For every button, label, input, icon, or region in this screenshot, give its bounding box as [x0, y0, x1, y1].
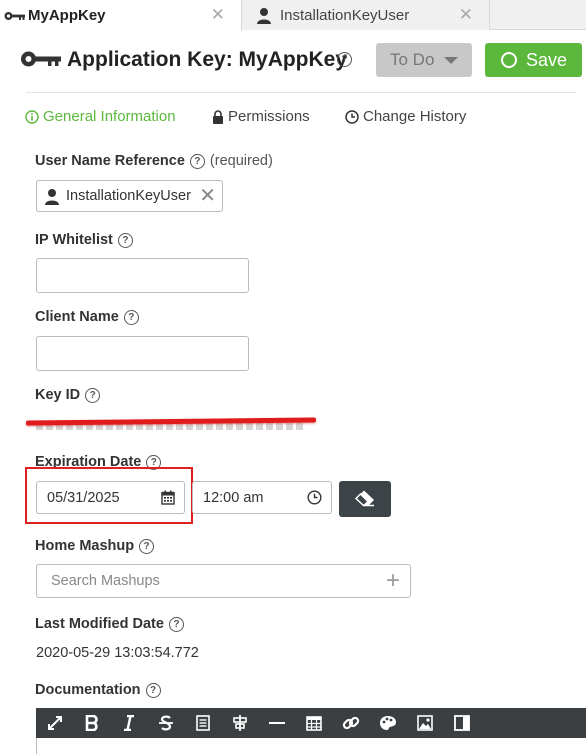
user-name-reference-label: User Name Reference ? (required) [35, 153, 273, 169]
tab-label: MyAppKey [28, 7, 106, 24]
page-title: Application Key: MyAppKey [67, 48, 348, 71]
client-name-label: Client Name ? [35, 309, 139, 325]
save-label: Save [526, 49, 568, 70]
divider [26, 92, 576, 93]
strikethrough-icon[interactable] [147, 708, 184, 738]
label-text: Key ID [35, 387, 81, 403]
preview-icon[interactable] [443, 708, 480, 738]
help-icon[interactable]: ? [145, 682, 161, 698]
last-modified-value: 2020-05-29 13:03:54.772 [36, 645, 199, 661]
bold-icon[interactable] [73, 708, 110, 738]
mashup-search-input[interactable]: Search Mashups + [36, 564, 411, 598]
help-icon[interactable]: ? [168, 616, 184, 632]
help-icon[interactable]: ? [117, 232, 133, 248]
documentation-label: Documentation ? [35, 682, 161, 698]
home-mashup-label: Home Mashup ? [35, 538, 155, 554]
help-icon[interactable]: ? [85, 387, 101, 403]
list-icon[interactable] [184, 708, 221, 738]
close-icon[interactable]: ✕ [211, 6, 225, 23]
save-button[interactable]: Save [485, 43, 582, 77]
tab-general-information[interactable]: General Information [25, 108, 176, 125]
clock-icon [345, 109, 359, 124]
close-icon[interactable]: ✕ [459, 6, 473, 23]
help-icon[interactable]: ? [139, 538, 155, 554]
time-value: 12:00 am [203, 489, 264, 506]
tab-permissions[interactable]: Permissions [212, 108, 310, 125]
key-id-label: Key ID ? [35, 387, 101, 403]
tab-label: InstallationKeyUser [280, 6, 410, 24]
plus-icon[interactable]: + [386, 569, 400, 593]
editor-toolbar [36, 708, 586, 738]
label-text: Client Name [35, 309, 119, 325]
tab-installationkeyuser[interactable]: InstallationKeyUser ✕ [242, 0, 490, 30]
caret-down-icon [444, 57, 458, 64]
help-icon[interactable]: ? [189, 153, 205, 169]
last-modified-label: Last Modified Date ? [35, 616, 184, 632]
key-icon [4, 8, 26, 24]
ip-whitelist-label: IP Whitelist ? [35, 232, 133, 248]
documentation-editor[interactable] [36, 738, 586, 754]
required-text: (required) [209, 153, 273, 169]
info-icon [25, 109, 39, 124]
label-text: Documentation [35, 682, 141, 698]
state-label: To Do [390, 50, 435, 69]
label-text: User Name Reference [35, 153, 185, 169]
circle-icon [501, 52, 517, 68]
palette-icon[interactable] [369, 708, 406, 738]
image-icon[interactable] [406, 708, 443, 738]
eraser-icon [354, 489, 376, 510]
search-placeholder: Search Mashups [51, 573, 160, 589]
align-icon[interactable] [221, 708, 258, 738]
label-text: IP Whitelist [35, 232, 113, 248]
expiration-time-input[interactable]: 12:00 am [192, 481, 332, 514]
tab-bar: MyAppKey ✕ InstallationKeyUser ✕ [0, 0, 586, 31]
user-icon [256, 7, 278, 24]
user-reference-chip[interactable]: InstallationKeyUser ✕ [36, 180, 223, 212]
label-text: Home Mashup [35, 538, 135, 554]
lock-icon [212, 109, 224, 124]
state-dropdown[interactable]: To Do [376, 43, 472, 77]
tab-myappkey[interactable]: MyAppKey ✕ [0, 0, 242, 31]
annotation-highlight-box [25, 467, 193, 524]
user-icon [44, 188, 60, 205]
chip-value: InstallationKeyUser [66, 188, 191, 204]
table-icon[interactable] [295, 708, 332, 738]
remove-icon[interactable]: ✕ [199, 186, 216, 206]
clear-date-button[interactable] [339, 481, 391, 517]
help-icon[interactable]: ? [337, 52, 352, 67]
expand-icon[interactable] [36, 708, 73, 738]
tab-label: Permissions [228, 108, 310, 125]
italic-icon[interactable] [110, 708, 147, 738]
ip-whitelist-input[interactable] [36, 258, 249, 293]
label-text: Last Modified Date [35, 616, 164, 632]
key-icon [20, 50, 62, 71]
page-header: Application Key: MyAppKey ? To Do Save [0, 40, 586, 80]
help-icon[interactable]: ? [123, 309, 139, 325]
clock-icon[interactable] [307, 490, 322, 509]
tab-label: Change History [363, 108, 467, 125]
tab-change-history[interactable]: Change History [345, 108, 466, 125]
link-icon[interactable] [332, 708, 369, 738]
horizontal-rule-icon[interactable] [258, 708, 295, 738]
tab-label: General Information [43, 108, 176, 125]
client-name-input[interactable] [36, 336, 249, 371]
